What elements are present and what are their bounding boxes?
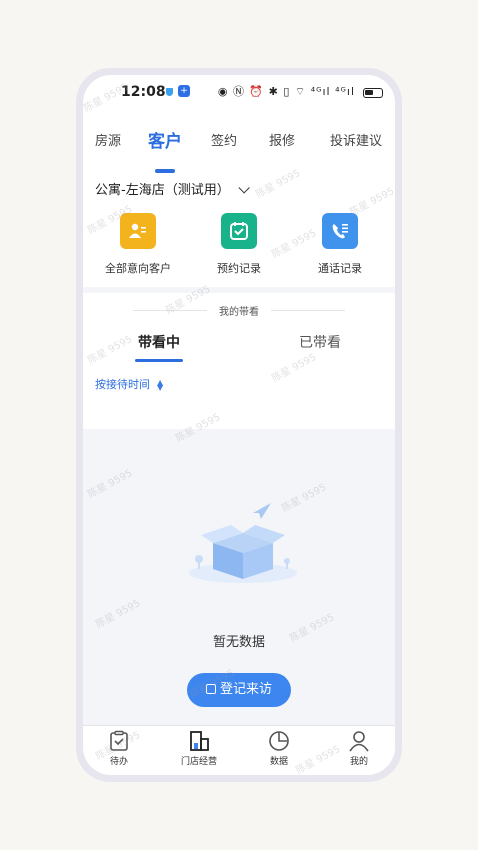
register-visit-button[interactable]: 登记来访 (187, 673, 291, 707)
nav-todo[interactable]: 待办 (89, 730, 149, 767)
sort-by-reception-time[interactable]: 按接待时间 ▲ ▼ (95, 376, 163, 392)
section-title: 我的带看 (219, 307, 259, 318)
system-status-icons: ◉ Ⓝ ⏰ ✱ ▯ ⌔ ⁴ᴳıl ⁴ᴳıl (217, 85, 355, 98)
quick-action-label: 全部意向客户 (105, 262, 171, 275)
empty-box-illustration (183, 495, 303, 589)
tab-complaints[interactable]: 投诉建议 (330, 130, 382, 149)
top-tab-bar: 房源 客户 签约 报修 投诉建议 (83, 125, 395, 165)
edit-icon (205, 684, 216, 694)
empty-state-text: 暂无数据 (212, 635, 265, 650)
store-building-icon (190, 731, 209, 751)
battery-icon (363, 88, 383, 98)
active-tab-indicator (155, 169, 175, 173)
bottom-navigation: 待办 门店经营 数据 我的 (83, 725, 395, 775)
active-subtab-indicator (135, 359, 183, 362)
app-badge-icon: + (178, 85, 190, 97)
tab-repairs[interactable]: 报修 (269, 130, 295, 149)
app-screen: 12:08 + ◉ Ⓝ ⏰ ✱ ▯ ⌔ ⁴ᴳıl ⁴ᴳıl 房源 客户 签约 报… (83, 75, 395, 775)
calendar-check-icon (221, 213, 257, 249)
phone-list-icon (322, 213, 358, 249)
pie-chart-icon (269, 731, 289, 751)
status-time: 12:08 (121, 84, 166, 100)
todo-clipboard-icon (110, 730, 128, 751)
quick-action-appointments[interactable]: 预约记录 (194, 213, 284, 276)
shield-icon (166, 88, 173, 96)
nav-data[interactable]: 数据 (249, 730, 309, 767)
nav-label: 我的 (349, 757, 368, 767)
quick-action-all-customers[interactable]: 全部意向客户 (93, 213, 183, 276)
sort-arrows-icon: ▲ ▼ (157, 378, 164, 392)
watermark: 陈星 9595 (94, 597, 143, 631)
profile-icon (349, 731, 369, 752)
nav-mine[interactable]: 我的 (329, 730, 389, 767)
sort-label: 按接待时间 (95, 378, 150, 391)
nav-label: 数据 (269, 757, 288, 767)
tab-contracts[interactable]: 签约 (211, 130, 237, 149)
tab-customers[interactable]: 客户 (148, 127, 182, 152)
nav-label: 门店经营 (180, 757, 217, 767)
my-viewings-section: 我的带看 带看中 已带看 (83, 293, 395, 429)
tab-viewed[interactable]: 已带看 (299, 332, 341, 352)
nav-label: 待办 (109, 757, 128, 767)
quick-action-label: 预约记录 (217, 262, 261, 275)
tab-in-viewing[interactable]: 带看中 (138, 332, 180, 352)
nav-store-operations[interactable]: 门店经营 (169, 730, 229, 767)
register-visit-label: 登记来访 (219, 682, 272, 697)
quick-action-call-log[interactable]: 通话记录 (295, 213, 385, 276)
store-name: 公寓-左海店（测试用） (95, 183, 230, 198)
status-bar: 12:08 + ◉ Ⓝ ⏰ ✱ ▯ ⌔ ⁴ᴳıl ⁴ᴳıl (83, 75, 395, 109)
quick-action-label: 通话记录 (318, 262, 362, 275)
watermark: 陈星 9595 (86, 467, 135, 501)
phone-frame: 12:08 + ◉ Ⓝ ⏰ ✱ ▯ ⌔ ⁴ᴳıl ⁴ᴳıl 房源 客户 签约 报… (76, 68, 402, 782)
tab-housing[interactable]: 房源 (95, 130, 121, 149)
store-selector[interactable]: 公寓-左海店（测试用） (95, 179, 250, 198)
divider (271, 310, 345, 311)
customer-card-icon (120, 213, 156, 249)
